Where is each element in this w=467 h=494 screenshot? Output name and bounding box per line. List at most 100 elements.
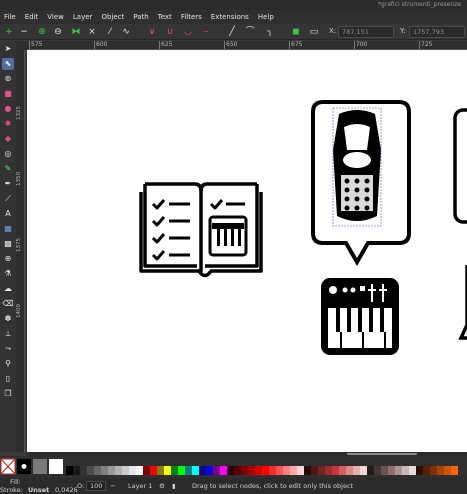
ellipse-tool-icon[interactable]: ● <box>2 103 14 115</box>
color-swatch[interactable] <box>157 466 164 475</box>
color-swatch[interactable] <box>122 466 129 475</box>
color-swatch[interactable] <box>143 466 150 475</box>
color-swatch[interactable] <box>311 466 318 475</box>
color-swatch[interactable] <box>150 466 157 475</box>
partial-icon-right[interactable] <box>453 108 467 340</box>
spiral-tool-icon[interactable]: ◎ <box>2 148 14 160</box>
fill-stroke-indicator[interactable] <box>0 457 64 476</box>
node-tool-icon[interactable]: ⬉ <box>2 58 14 70</box>
color-swatch[interactable] <box>290 466 297 475</box>
color-swatch[interactable] <box>423 466 430 475</box>
color-swatch[interactable] <box>248 466 255 475</box>
measure-tool-icon[interactable]: ⟂ <box>2 328 14 340</box>
color-swatch[interactable] <box>66 466 73 475</box>
color-swatch[interactable] <box>367 466 374 475</box>
menu-view[interactable]: View <box>47 13 64 21</box>
color-swatch[interactable] <box>339 466 346 475</box>
mesh-tool-icon[interactable]: ▩ <box>2 238 14 250</box>
color-swatch[interactable] <box>304 466 311 475</box>
piano-icon[interactable] <box>321 278 399 355</box>
phone-bubble-icon[interactable] <box>311 100 411 266</box>
color-swatch[interactable] <box>101 466 108 475</box>
color-swatch[interactable] <box>80 466 87 475</box>
color-swatch[interactable] <box>73 466 80 475</box>
pen-tool-icon[interactable]: ✒ <box>2 178 14 190</box>
node-auto-icon[interactable]: ⌣ <box>200 26 212 38</box>
color-swatch[interactable] <box>241 466 248 475</box>
menu-extensions[interactable]: Extensions <box>211 13 249 21</box>
menu-layer[interactable]: Layer <box>73 13 93 21</box>
3d-box-tool-icon[interactable]: ◆ <box>2 133 14 145</box>
join-nodes-icon[interactable]: ⊕ <box>36 26 48 38</box>
color-swatch[interactable] <box>381 466 388 475</box>
node-symmetric-icon[interactable]: ◡ <box>182 26 194 38</box>
magnifier-icon[interactable]: ⚲ <box>2 358 14 370</box>
dropper-tool-icon[interactable]: ⚗ <box>2 268 14 280</box>
menu-filters[interactable]: Filters <box>181 13 202 21</box>
color-swatch[interactable] <box>318 466 325 475</box>
color-swatch[interactable] <box>234 466 241 475</box>
color-swatch[interactable] <box>108 466 115 475</box>
selector-tool-icon[interactable]: ➤ <box>2 43 14 55</box>
gradient-tool-icon[interactable]: ▦ <box>2 223 14 235</box>
object-to-path-icon[interactable]: ◼ <box>290 26 302 38</box>
color-swatch[interactable] <box>227 466 234 475</box>
color-swatch[interactable] <box>430 466 437 475</box>
color-swatch[interactable] <box>206 466 213 475</box>
layer-visibility-icon[interactable]: ▮ <box>172 482 176 490</box>
rectangle-tool-icon[interactable]: ■ <box>2 88 14 100</box>
pencil-tool-icon[interactable]: ✎ <box>2 163 14 175</box>
node-smooth-icon[interactable]: ∪ <box>164 26 176 38</box>
scrollbar-thumb[interactable] <box>347 453 417 455</box>
document-icon[interactable]: ▯ <box>2 373 14 385</box>
layer-lock-icon[interactable]: ⚙ <box>159 482 165 490</box>
color-swatch[interactable] <box>325 466 332 475</box>
color-swatch[interactable] <box>164 466 171 475</box>
zoom-in-tool-icon[interactable]: ⊕ <box>2 253 14 265</box>
color-swatch[interactable] <box>388 466 395 475</box>
menu-path[interactable]: Path <box>133 13 148 21</box>
layer-dropdown[interactable]: Layer 1 <box>128 482 152 490</box>
menu-text[interactable]: Text <box>158 13 172 21</box>
color-swatch[interactable] <box>374 466 381 475</box>
menu-object[interactable]: Object <box>101 13 124 21</box>
y-coordinate-field[interactable]: 1757,793 <box>409 26 465 38</box>
paint-bucket-tool-icon[interactable]: ☁ <box>2 283 14 295</box>
color-swatch[interactable] <box>444 466 451 475</box>
menu-file[interactable]: File <box>4 13 16 21</box>
color-swatch[interactable] <box>283 466 290 475</box>
color-swatch[interactable] <box>409 466 416 475</box>
color-swatch[interactable] <box>199 466 206 475</box>
color-swatch[interactable] <box>129 466 136 475</box>
calligraphy-tool-icon[interactable]: ⟋ <box>2 193 14 205</box>
star-tool-icon[interactable]: ✱ <box>2 118 14 130</box>
color-swatch[interactable] <box>395 466 402 475</box>
break-path-icon[interactable]: ⊖ <box>52 26 64 38</box>
color-swatch[interactable] <box>451 466 458 475</box>
delete-segment-icon[interactable]: ⨯ <box>86 26 98 38</box>
pages-icon[interactable]: ❐ <box>2 388 14 400</box>
color-swatch[interactable] <box>297 466 304 475</box>
color-swatch[interactable] <box>136 466 143 475</box>
stroke-width-value[interactable]: 0,0426 <box>55 486 78 494</box>
stroke-value[interactable]: Unset <box>28 486 49 494</box>
make-curve-icon[interactable]: ⌒ <box>244 26 256 38</box>
color-swatch[interactable] <box>115 466 122 475</box>
add-corners-icon[interactable]: ╮ <box>264 26 276 38</box>
segment-to-line-icon[interactable]: ⁄ <box>104 26 116 38</box>
opacity-field[interactable]: 100 <box>86 481 107 491</box>
join-segment-icon[interactable]: ⧓ <box>70 26 82 38</box>
connector-tool-icon[interactable]: ⤳ <box>2 343 14 355</box>
color-swatch[interactable] <box>178 466 185 475</box>
color-swatch[interactable] <box>353 466 360 475</box>
color-swatch[interactable] <box>192 466 199 475</box>
color-swatch[interactable] <box>269 466 276 475</box>
opacity-spinner-icon[interactable]: − <box>110 482 115 490</box>
drawing-canvas[interactable] <box>27 50 467 452</box>
color-swatch[interactable] <box>276 466 283 475</box>
color-swatch[interactable] <box>262 466 269 475</box>
x-coordinate-field[interactable]: 787,151 <box>338 26 394 38</box>
color-swatch[interactable] <box>94 466 101 475</box>
eraser-tool-icon[interactable]: ⌫ <box>2 298 14 310</box>
color-swatch[interactable] <box>87 466 94 475</box>
